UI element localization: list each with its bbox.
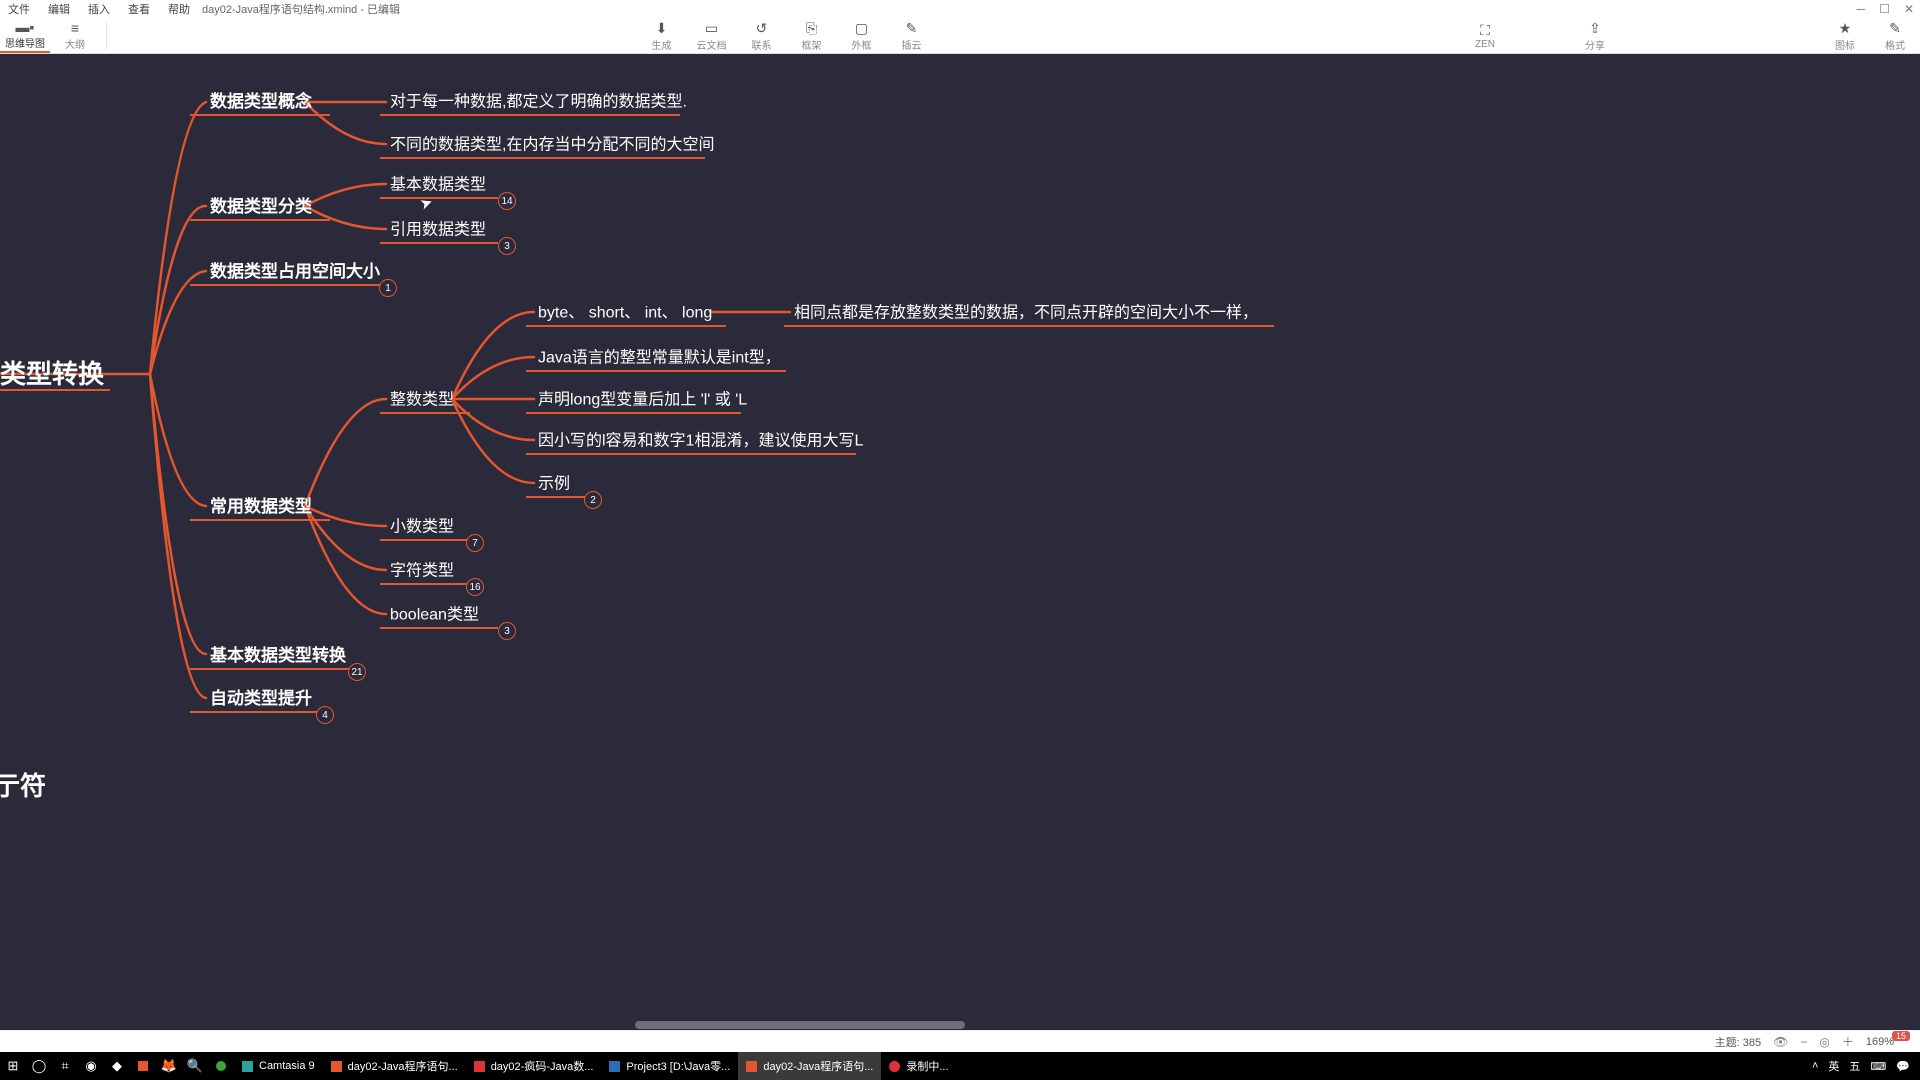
- menu-help[interactable]: 帮助: [168, 1, 190, 17]
- tool-insert-cloud[interactable]: ✎插云: [887, 20, 937, 52]
- chrome-icon[interactable]: ◉: [78, 1058, 104, 1074]
- tab-outline[interactable]: ≡ 大纲: [50, 18, 100, 53]
- taskbar-item-xmind[interactable]: day02-Java程序语句...: [323, 1052, 466, 1080]
- ime-mode[interactable]: 五: [1849, 1058, 1860, 1074]
- node-i3[interactable]: 声明long型变量后加上 'l' 或 'L: [534, 386, 751, 413]
- tool-frame[interactable]: ⎘框架: [787, 20, 837, 52]
- partial-node[interactable]: 亍符: [0, 766, 46, 803]
- cortana-icon[interactable]: ◯: [26, 1058, 52, 1074]
- zoom-level[interactable]: 169%15: [1866, 1036, 1910, 1048]
- badge-dectype[interactable]: 7: [466, 534, 484, 552]
- topic-count: 主题: 385: [1715, 1034, 1761, 1050]
- node-autoup[interactable]: 自动类型提升: [206, 684, 316, 712]
- tab-mindmap[interactable]: ▬▪ 思维导图: [0, 18, 50, 53]
- firefox-icon[interactable]: 🦊: [156, 1058, 182, 1074]
- node-i2[interactable]: Java语言的整型常量默认是int型，: [534, 344, 785, 371]
- tool-icon[interactable]: ★图标: [1820, 18, 1870, 53]
- taskbar-item-xmind2[interactable]: day02-Java程序语句...: [738, 1052, 881, 1080]
- maximize-icon[interactable]: ☐: [1879, 2, 1890, 16]
- node-space[interactable]: 数据类型占用空间大小: [206, 257, 384, 285]
- root-node[interactable]: 居类型转换: [0, 354, 108, 394]
- badge-booltype[interactable]: 3: [498, 622, 516, 640]
- node-convert[interactable]: 基本数据类型转换: [206, 641, 350, 669]
- document-title: day02-Java程序语句结构.xmind - 已编辑: [202, 1, 400, 17]
- mindmap-icon: ▬▪: [16, 19, 35, 35]
- minimize-icon[interactable]: ─: [1857, 2, 1866, 16]
- start-icon[interactable]: ⊞: [0, 1058, 26, 1074]
- node-booltype[interactable]: boolean类型: [386, 601, 483, 628]
- mindmap-canvas[interactable]: 居类型转换 亍符 数据类型概念 数据类型分类 数据类型占用空间大小 1 常用数据…: [0, 54, 1920, 1030]
- badge-chartype[interactable]: 16: [466, 578, 484, 596]
- node-i1b[interactable]: 相同点都是存放整数类型的数据，不同点开辟的空间大小不一样，: [790, 299, 1262, 326]
- eye-icon[interactable]: 👁: [1773, 1035, 1788, 1049]
- menu-edit[interactable]: 编辑: [48, 1, 70, 17]
- node-chartype[interactable]: 字符类型: [386, 557, 458, 584]
- taskview-icon[interactable]: ⌗: [52, 1058, 78, 1074]
- taskbar: ⊞ ◯ ⌗ ◉ ◆ 🦊 🔍 Camtasia 9 day02-Java程序语句.…: [0, 1052, 1920, 1080]
- node-c2[interactable]: 不同的数据类型,在内存当中分配不同的大空间: [386, 131, 718, 158]
- tool-cloud[interactable]: ▭云文档: [687, 20, 737, 52]
- taskbar-item-ppt[interactable]: day02-疯码-Java数...: [466, 1052, 602, 1080]
- keyboard-icon[interactable]: ⌨: [1870, 1060, 1886, 1073]
- badge-basic[interactable]: 14: [498, 192, 516, 210]
- badge-i5[interactable]: 2: [584, 491, 602, 509]
- node-i1[interactable]: byte、 short、 int、 long: [534, 299, 716, 326]
- menu-view[interactable]: 查看: [128, 1, 150, 17]
- node-common[interactable]: 常用数据类型: [206, 492, 316, 520]
- h-scrollbar[interactable]: [0, 1020, 1920, 1030]
- badge-convert[interactable]: 21: [348, 663, 366, 681]
- star-icon: ★: [1839, 20, 1852, 37]
- titlebar: 文件 编辑 插入 查看 帮助 day02-Java程序语句结构.xmind - …: [0, 0, 1920, 18]
- node-ref[interactable]: 引用数据类型: [386, 216, 490, 243]
- zoom-in-icon[interactable]: ＋: [1842, 1033, 1854, 1050]
- menu-insert[interactable]: 插入: [88, 1, 110, 17]
- outline-icon: ≡: [71, 20, 79, 36]
- ime-lang[interactable]: 英: [1828, 1058, 1839, 1074]
- expand-icon: ⛶: [1480, 22, 1490, 39]
- notification-icon[interactable]: 💬: [1896, 1060, 1910, 1073]
- app-icon-2[interactable]: [130, 1059, 156, 1074]
- menu-file[interactable]: 文件: [8, 1, 30, 17]
- tool-style[interactable]: ✎格式: [1870, 18, 1920, 53]
- tray-chevron-icon[interactable]: ˄: [1812, 1060, 1818, 1072]
- tool-edge[interactable]: ▢外框: [837, 20, 887, 52]
- system-tray[interactable]: ˄ 英 五 ⌨ 💬: [1802, 1058, 1920, 1074]
- taskbar-item-camtasia[interactable]: Camtasia 9: [234, 1052, 323, 1080]
- tool-zen[interactable]: ⛶ZEN: [1460, 18, 1510, 53]
- tool-record[interactable]: ⬇生成: [637, 20, 687, 52]
- toolbar: ▬▪ 思维导图 ≡ 大纲 ⬇生成 ▭云文档 ↺联系 ⎘框架 ▢外框 ✎插云 ⛶Z…: [0, 18, 1920, 54]
- node-dectype[interactable]: 小数类型: [386, 513, 458, 540]
- badge-autoup[interactable]: 4: [316, 706, 334, 724]
- taskbar-item-record[interactable]: 录制中...: [881, 1052, 956, 1080]
- tool-share[interactable]: ⇪分享: [1570, 18, 1620, 53]
- menubar: 文件 编辑 插入 查看 帮助: [8, 1, 190, 17]
- node-basic[interactable]: 基本数据类型: [386, 171, 490, 198]
- node-classify[interactable]: 数据类型分类: [206, 192, 316, 220]
- taskbar-item-ide[interactable]: Project3 [D:\Java零...: [601, 1052, 738, 1080]
- brush-icon: ✎: [1889, 20, 1901, 37]
- search-icon[interactable]: 🔍: [182, 1058, 208, 1074]
- close-icon[interactable]: ✕: [1904, 2, 1914, 16]
- zoom-out-icon[interactable]: −: [1800, 1035, 1807, 1049]
- badge-space[interactable]: 1: [379, 279, 397, 297]
- node-c1[interactable]: 对于每一种数据,都定义了明确的数据类型.: [386, 88, 691, 115]
- node-concept[interactable]: 数据类型概念: [206, 87, 316, 115]
- node-inttype[interactable]: 整数类型: [386, 386, 458, 413]
- node-i5[interactable]: 示例: [534, 470, 574, 497]
- statusbar: 主题: 385 👁 − ◎ ＋ 169%15: [0, 1030, 1920, 1052]
- app-icon-1[interactable]: ◆: [104, 1058, 130, 1074]
- zoom-reset-icon[interactable]: ◎: [1819, 1035, 1829, 1049]
- node-i4[interactable]: 因小写的l容易和数字1相混淆，建议使用大写L: [534, 427, 867, 454]
- app-icon-3[interactable]: [208, 1059, 234, 1074]
- badge-ref[interactable]: 3: [498, 237, 516, 255]
- tool-link[interactable]: ↺联系: [737, 20, 787, 52]
- share-icon: ⇪: [1589, 20, 1601, 37]
